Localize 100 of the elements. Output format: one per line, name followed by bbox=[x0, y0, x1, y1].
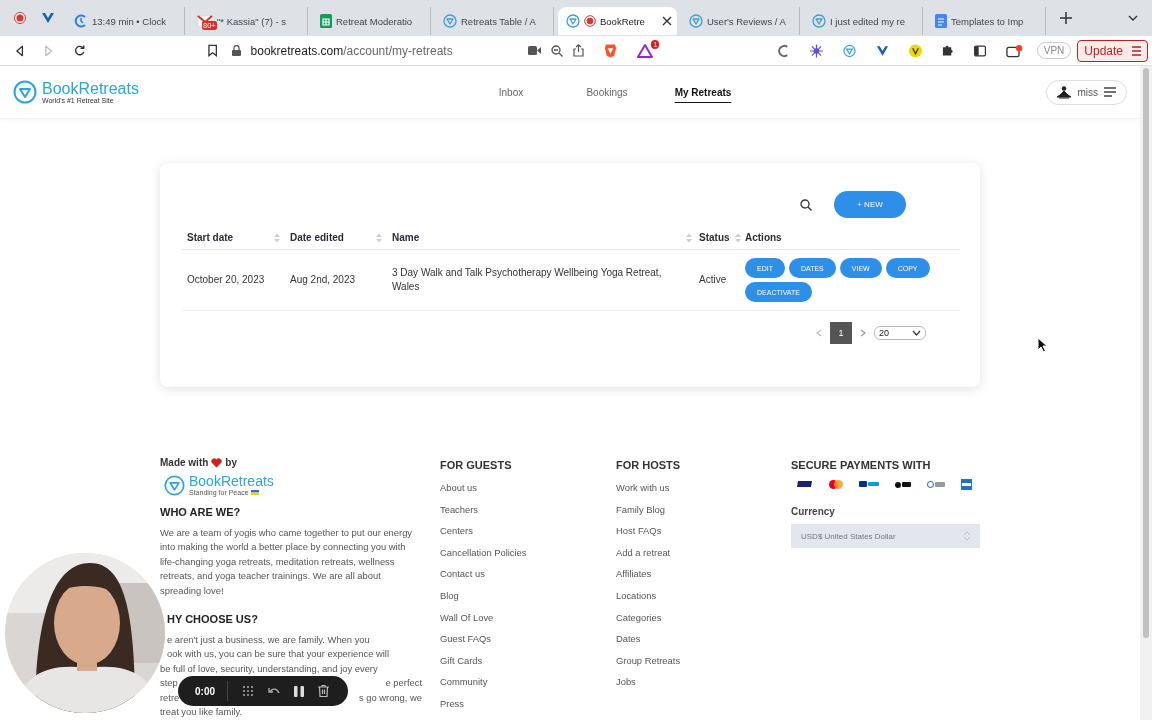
new-tab-icon[interactable] bbox=[1060, 12, 1072, 24]
footer-link[interactable]: Host FAQs bbox=[616, 520, 791, 542]
card-logo-icon bbox=[895, 480, 911, 488]
card-logo-icon bbox=[859, 481, 879, 487]
logo-icon[interactable] bbox=[164, 474, 185, 496]
footer-link[interactable]: Press bbox=[440, 692, 616, 715]
footer-link[interactable]: Jobs bbox=[616, 671, 791, 693]
update-button[interactable]: Update bbox=[1077, 39, 1148, 62]
browser-tab[interactable]: Retreat Moderatio bbox=[312, 7, 431, 35]
currency-select[interactable]: USD$ United States Dollar bbox=[791, 524, 980, 548]
paragraph-line: step bbox=[160, 676, 178, 691]
flag-icon bbox=[250, 490, 259, 495]
footer-link[interactable]: Add a retreat bbox=[616, 541, 791, 564]
browser-tab[interactable]: I just edited my re bbox=[804, 7, 923, 35]
section-title: FOR GUESTS bbox=[440, 459, 513, 471]
share-icon[interactable] bbox=[573, 44, 585, 57]
page-size-select[interactable]: 20 bbox=[874, 326, 926, 340]
search-icon[interactable] bbox=[800, 198, 812, 211]
close-icon[interactable] bbox=[662, 16, 672, 26]
browser-tab[interactable]: User's Reviews / A bbox=[681, 7, 800, 35]
zoom-icon[interactable] bbox=[551, 44, 564, 57]
column-header[interactable]: Status bbox=[699, 232, 730, 243]
table-cell: 3 Day Walk and Talk Psychotherapy Wellbeing Yoga Retreat, Wales bbox=[392, 267, 662, 292]
c-logo-icon[interactable] bbox=[776, 43, 790, 58]
footer-link[interactable]: Family Blog bbox=[616, 498, 791, 521]
column-header[interactable]: Start date bbox=[187, 232, 234, 243]
footer-link[interactable]: Affiliates bbox=[616, 563, 791, 585]
section-title: SECURE PAYMENTS WITH bbox=[791, 459, 932, 471]
timer-text: 0:00 bbox=[195, 685, 215, 697]
v-badge-icon[interactable] bbox=[908, 43, 922, 58]
section-title: FOR HOSTS bbox=[616, 459, 682, 471]
nav-link[interactable]: My Retreats bbox=[655, 80, 751, 104]
nav-link[interactable]: Bookings bbox=[559, 80, 655, 104]
footer-link[interactable]: Contact us bbox=[440, 563, 616, 585]
paragraph-line: retre bbox=[160, 690, 180, 705]
grid-icon[interactable] bbox=[242, 685, 254, 697]
browser-tab[interactable]: Retreats Table / A bbox=[435, 7, 554, 35]
bookmark-icon[interactable] bbox=[208, 44, 218, 57]
puzzle-icon[interactable] bbox=[941, 44, 954, 57]
browser-tab[interactable]: Templates to Imp bbox=[927, 7, 1046, 35]
browser-tab[interactable]: BookRetre bbox=[558, 7, 677, 35]
table-cell: Active bbox=[699, 274, 727, 285]
section-title: HY CHOOSE US? bbox=[166, 613, 259, 626]
paragraph-line: ook with us, you can be sure that your experience will bbox=[167, 648, 389, 660]
v-logo-icon[interactable] bbox=[875, 44, 889, 57]
trash-icon[interactable] bbox=[318, 685, 329, 697]
footer-link[interactable]: Work with us bbox=[616, 477, 791, 499]
card-logo-icon bbox=[927, 480, 945, 488]
footer-link[interactable]: Group Retreats bbox=[616, 649, 791, 672]
footer-link[interactable]: Centers bbox=[440, 520, 616, 542]
footer-link[interactable]: Community bbox=[440, 671, 616, 693]
page-button[interactable]: 1 bbox=[830, 322, 852, 344]
lion-shield-icon[interactable] bbox=[604, 42, 618, 59]
footer-link[interactable]: Guest FAQs bbox=[440, 628, 616, 650]
back-icon[interactable] bbox=[15, 44, 25, 57]
footer-link[interactable]: Locations bbox=[616, 584, 791, 607]
paragraph-line: s go wrong, we bbox=[358, 690, 422, 705]
scrollbar[interactable] bbox=[1140, 66, 1152, 720]
shield-v-icon[interactable] bbox=[842, 43, 856, 58]
lock-icon[interactable] bbox=[231, 45, 241, 56]
triangle-logo-icon bbox=[812, 14, 826, 28]
footer-link[interactable]: Cancellation Policies bbox=[440, 541, 616, 564]
pause-icon[interactable] bbox=[294, 685, 304, 697]
browser-tab[interactable]: 13:49 min • Clock bbox=[66, 7, 185, 35]
footer-link[interactable]: Dates bbox=[616, 628, 791, 650]
paragraph-line: treat you like family. bbox=[160, 706, 243, 718]
spreadsheet-icon bbox=[320, 14, 332, 28]
card-logo-icon bbox=[797, 481, 813, 487]
footer-link[interactable]: About us bbox=[440, 477, 616, 499]
v-logo-icon[interactable] bbox=[41, 12, 55, 24]
column-header[interactable]: Actions bbox=[745, 232, 782, 243]
wallet-icon[interactable] bbox=[1006, 43, 1023, 58]
undo-icon[interactable] bbox=[268, 686, 280, 696]
footer-link[interactable]: Teachers bbox=[440, 498, 616, 521]
chevron-down-icon bbox=[912, 330, 921, 336]
column-header[interactable]: Name bbox=[392, 232, 420, 243]
meditation-figure-icon bbox=[1057, 85, 1072, 99]
record-icon[interactable] bbox=[14, 12, 26, 24]
footer-link[interactable]: Categories bbox=[616, 606, 791, 629]
next-page-icon[interactable] bbox=[860, 329, 866, 337]
footer-link[interactable]: Blog bbox=[440, 584, 616, 607]
table-cell: Aug 2nd, 2023 bbox=[290, 274, 356, 285]
sparkle-icon[interactable] bbox=[809, 43, 823, 58]
address-field[interactable]: bookretreats.com/account/my-retreats bbox=[250, 43, 453, 58]
footer-link[interactable]: Gift Cards bbox=[440, 649, 616, 672]
c-logo-icon bbox=[74, 14, 88, 28]
sidebar-icon[interactable] bbox=[973, 44, 987, 57]
camera-icon[interactable] bbox=[528, 46, 542, 55]
triangle-logo-icon bbox=[443, 14, 457, 28]
table-cell: October 20, 2023 bbox=[187, 274, 265, 285]
footer-link[interactable]: Wall Of Love bbox=[440, 606, 616, 629]
column-header[interactable]: Date edited bbox=[290, 232, 344, 243]
nav-link[interactable]: Inbox bbox=[463, 80, 559, 104]
triangle-icon[interactable] bbox=[637, 43, 654, 58]
menu-icon bbox=[1104, 87, 1116, 97]
heart-icon bbox=[211, 457, 223, 468]
reload-icon[interactable] bbox=[73, 44, 85, 57]
chevron-down-icon[interactable] bbox=[1128, 15, 1138, 21]
logo-icon[interactable] bbox=[13, 80, 37, 104]
made-with-text: Made with bbox=[160, 457, 209, 468]
